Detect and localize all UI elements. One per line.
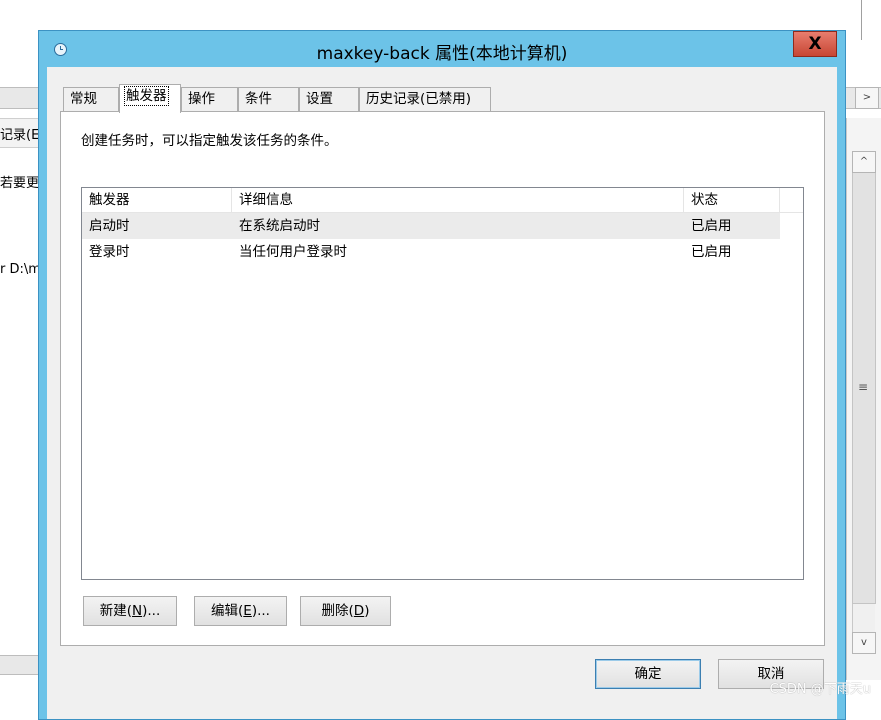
- background-text-fragment: 若要更: [0, 176, 40, 191]
- column-header-status[interactable]: 状态: [684, 188, 780, 212]
- button-label: 新建(: [99, 603, 133, 619]
- list-header: 触发器 详细信息 状态: [82, 188, 803, 213]
- tab-label: 条件: [245, 91, 272, 107]
- table-row[interactable]: 启动时 在系统启动时 已启用: [82, 213, 780, 239]
- tab-general[interactable]: 常规: [63, 87, 119, 111]
- trigger-cell: 启动时: [89, 218, 130, 234]
- dialog-title: maxkey-back 属性(本地计算机): [316, 44, 568, 64]
- button-accelerator: N: [132, 603, 143, 619]
- scrollbar-grip-icon: ≡: [858, 380, 869, 394]
- delete-trigger-button[interactable]: 删除(D): [300, 596, 391, 626]
- tab-actions[interactable]: 操作: [181, 87, 238, 111]
- dialog-titlebar[interactable]: maxkey-back 属性(本地计算机) X: [39, 31, 845, 67]
- background-scroll-up-button[interactable]: ^: [852, 151, 876, 173]
- column-header-trigger[interactable]: 触发器: [82, 188, 232, 212]
- trigger-cell: 登录时: [89, 244, 130, 260]
- button-label: 删除(: [321, 603, 354, 619]
- new-trigger-button[interactable]: 新建(N)...: [83, 596, 177, 626]
- button-accelerator: E: [243, 603, 252, 619]
- status-cell: 已启用: [691, 244, 732, 260]
- button-label: ): [364, 603, 370, 619]
- status-cell: 已启用: [691, 218, 732, 234]
- dialog-client-area: 常规 触发器 操作 条件 设置 历史记录(已禁用) 创建任务时，可以指定触发该任…: [47, 67, 837, 719]
- tab-label: 触发器: [124, 86, 169, 106]
- button-accelerator: D: [353, 603, 365, 619]
- background-text-fragment: r D:\m: [0, 262, 41, 277]
- background-text-fragment: 记录(E: [0, 128, 40, 143]
- edit-trigger-button[interactable]: 编辑(E)...: [194, 596, 287, 626]
- details-cell: 在系统启动时: [239, 218, 320, 234]
- background-bottom-bar: [0, 655, 40, 675]
- close-button[interactable]: X: [793, 31, 837, 57]
- tab-triggers[interactable]: 触发器: [119, 84, 181, 113]
- button-label: 编辑(: [211, 603, 244, 619]
- details-cell: 当任何用户登录时: [239, 244, 347, 260]
- tab-label: 操作: [188, 91, 215, 107]
- watermark: CSDN @下雨天u: [769, 682, 871, 697]
- triggers-panel: 创建任务时，可以指定触发该任务的条件。 触发器 详细信息 状态 启动时 在系统启…: [60, 111, 825, 646]
- table-row[interactable]: 登录时 当任何用户登录时 已启用: [82, 239, 780, 265]
- tab-settings[interactable]: 设置: [299, 87, 359, 111]
- tab-history[interactable]: 历史记录(已禁用): [359, 87, 491, 111]
- button-label: )...: [251, 603, 270, 619]
- triggers-list[interactable]: 触发器 详细信息 状态 启动时 在系统启动时 已启用 登录时 当任何用户登录时 …: [81, 187, 804, 580]
- tab-label: 历史记录(已禁用): [366, 91, 472, 107]
- column-header-details[interactable]: 详细信息: [232, 188, 684, 212]
- background-scroll-down-button[interactable]: v: [852, 632, 876, 654]
- triggers-description: 创建任务时，可以指定触发该任务的条件。: [81, 133, 338, 149]
- tab-label: 常规: [70, 91, 97, 107]
- button-label: )...: [142, 603, 161, 619]
- tab-conditions[interactable]: 条件: [238, 87, 299, 111]
- ok-button[interactable]: 确定: [595, 659, 701, 689]
- background-scroll-right-button[interactable]: >: [855, 87, 879, 109]
- task-properties-dialog: maxkey-back 属性(本地计算机) X 常规 触发器 操作 条件 设置 …: [38, 30, 846, 720]
- tab-label: 设置: [306, 91, 333, 107]
